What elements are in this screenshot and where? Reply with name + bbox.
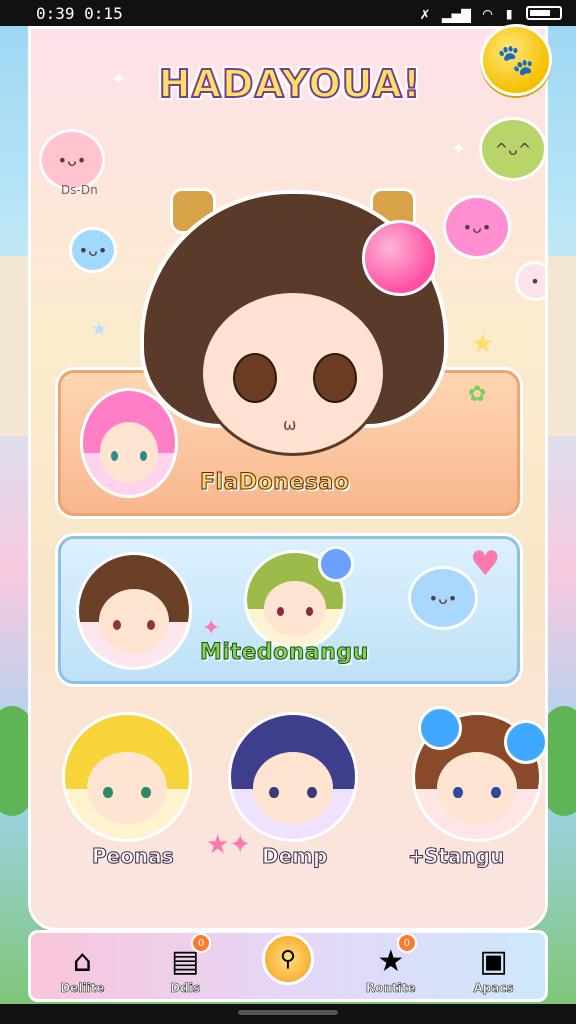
star-icon: ★: [471, 329, 495, 359]
nav-label: Rontite: [365, 981, 416, 996]
sparkle-icon: ✦: [111, 69, 127, 90]
avatar[interactable]: [80, 388, 178, 498]
home-indicator[interactable]: [238, 1010, 338, 1015]
avatar-face: [253, 752, 333, 825]
hero-character[interactable]: ω: [130, 180, 450, 480]
character-label: Stangu: [423, 844, 505, 869]
sd-card-icon: ▮: [504, 3, 514, 23]
heart-hair-clip-icon: [362, 220, 438, 296]
plus-icon: +: [408, 844, 426, 869]
paw-coin-button[interactable]: 🐾: [480, 24, 552, 96]
card-label: FlaDonesao: [199, 470, 350, 496]
critter-label: Ds-Dn: [61, 183, 98, 197]
sparkle-icon: ✦: [451, 139, 467, 160]
nav-label: Apacs: [473, 981, 514, 996]
avatar-face: [437, 752, 517, 825]
sparkle-icon: ★: [91, 319, 108, 340]
avatar-eye: [306, 607, 314, 617]
paw-coin-icon: 🐾: [497, 42, 535, 78]
character-label: Demp: [261, 844, 328, 869]
bottom-nav: ⌂ Deliite 0 ▤ Ddis ⚲ 0 ★ Rontite ▣ Apacs: [28, 930, 548, 1002]
avatar-eye: [111, 451, 119, 461]
app-title: HADAYOUA!: [158, 61, 422, 107]
notification-badge: 0: [191, 933, 212, 953]
balloon-icon: [418, 706, 462, 750]
avatar-eye: [276, 607, 284, 617]
search-icon: ⚲: [261, 933, 314, 985]
avatar-eye: [453, 786, 463, 799]
avatar-face: [87, 752, 167, 825]
nav-label: Ddis: [170, 981, 201, 996]
nav-item-search[interactable]: ⚲: [248, 931, 328, 995]
character-demp[interactable]: [228, 712, 358, 842]
star-icon: ★✦: [206, 830, 252, 860]
avatar-eye: [491, 786, 501, 799]
hero-eye: [233, 353, 277, 403]
avatar-eye: [307, 786, 317, 799]
bunny-critter-icon: •: [515, 261, 545, 301]
house-icon: ⌂: [72, 944, 92, 979]
hero-face: ω: [200, 290, 386, 456]
avatar-face: [264, 581, 326, 636]
signal-icon: ▂▄▆: [441, 3, 471, 23]
status-icons: ✗ ▂▄▆ ◠ ▮: [420, 4, 562, 23]
nav-item-cards[interactable]: 0 ▤ Ddis: [145, 931, 225, 995]
app-icon: ▣: [479, 944, 508, 979]
battery-icon: [526, 6, 562, 20]
bird-critter-icon: •ᴗ•: [408, 566, 478, 630]
avatar-face: [98, 588, 170, 654]
notification-badge: 0: [396, 933, 417, 953]
jelly-critter-icon: •ᴗ•: [443, 195, 511, 259]
clover-icon: ✿: [468, 382, 487, 407]
avatar[interactable]: [76, 552, 192, 670]
star-icon: ✦: [202, 616, 221, 641]
no-sim-icon: ✗: [420, 3, 430, 23]
balloon-icon: [504, 720, 548, 764]
hero-mouth: ω: [283, 415, 297, 434]
status-bar: 0:39 0:15 ✗ ▂▄▆ ◠ ▮: [0, 0, 576, 26]
nav-item-home[interactable]: ⌂ Deliite: [42, 931, 122, 996]
frog-critter-icon: ^ᴗ^: [479, 117, 545, 181]
avatar-face: [99, 422, 159, 483]
card-label: Mitedonangu: [200, 640, 369, 666]
avatar-eye: [269, 786, 279, 799]
pig-critter-icon: •ᴗ•: [39, 129, 105, 191]
status-time: 0:39 0:15: [36, 3, 123, 23]
character-peonas[interactable]: [62, 712, 192, 842]
avatar-eye: [139, 451, 147, 461]
nav-label: Deliite: [60, 981, 105, 996]
balloon-icon: [318, 546, 354, 582]
hero-eye: [313, 353, 357, 403]
nav-item-apps[interactable]: ▣ Apacs: [454, 931, 534, 996]
avatar-eye: [141, 786, 151, 799]
wifi-icon: ◠: [482, 3, 493, 23]
heart-icon: ♥: [470, 544, 501, 584]
avatar-eye: [103, 786, 113, 799]
bird-critter-icon: •ᴗ•: [69, 227, 117, 273]
avatar-eye: [112, 619, 122, 631]
avatar-eye: [146, 619, 156, 631]
character-label: Peonas: [92, 844, 175, 869]
nav-item-ranking[interactable]: 0 ★ Rontite: [351, 931, 431, 995]
